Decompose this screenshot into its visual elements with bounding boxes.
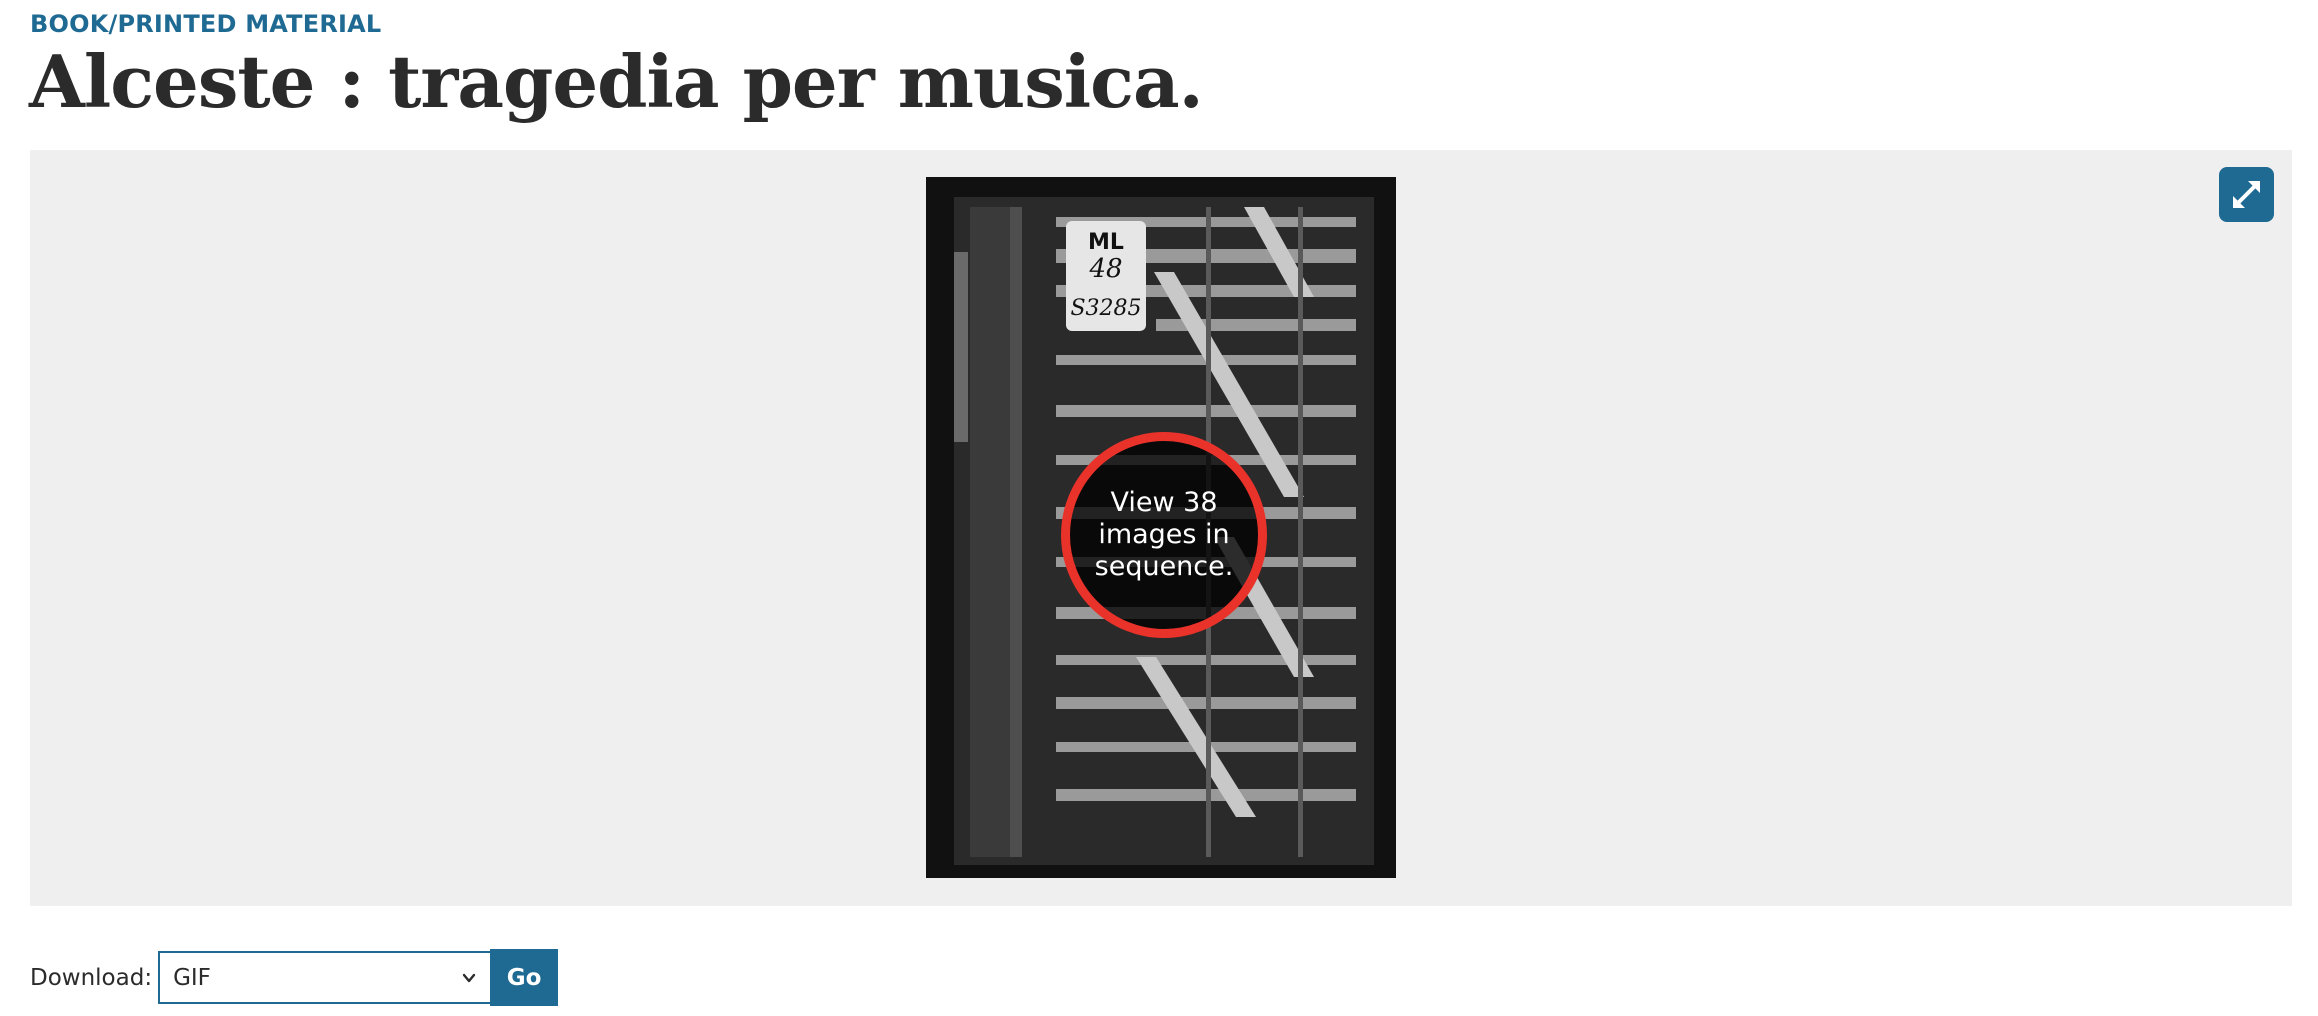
download-row: Download: GIF Go	[30, 949, 559, 1006]
download-label: Download:	[30, 964, 153, 991]
sequence-badge[interactable]: View 38 images in sequence.	[1061, 432, 1267, 638]
book-thumbnail[interactable]: ML 48 S3285 View 38 images in sequence.	[926, 177, 1396, 878]
format-select[interactable]: GIF	[158, 951, 493, 1004]
format-select-value: GIF	[173, 964, 211, 991]
format-label: BOOK/PRINTED MATERIAL	[30, 10, 382, 38]
chevron-down-icon	[462, 973, 476, 982]
page-title: Alceste : tragedia per musica.	[29, 39, 1204, 124]
image-viewer: ML 48 S3285 View 38 images in sequence.	[30, 150, 2292, 906]
shelf-label-line-1: ML	[1088, 230, 1124, 255]
go-button[interactable]: Go	[490, 949, 559, 1006]
shelf-label-line-2: 48	[1088, 254, 1122, 284]
expand-arrows-icon	[2233, 181, 2260, 208]
sequence-text: View 38 images in sequence.	[1094, 487, 1234, 582]
fullscreen-button[interactable]	[2219, 167, 2274, 222]
shelf-label-line-3: S3285	[1070, 296, 1141, 321]
